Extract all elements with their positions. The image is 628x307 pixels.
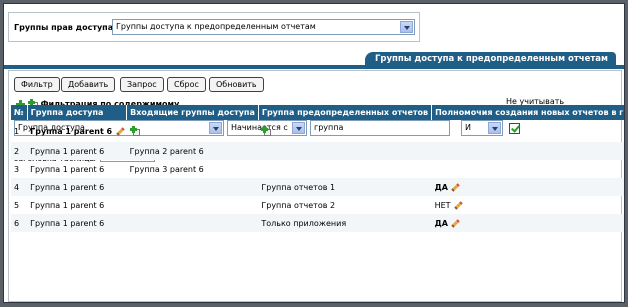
incoming-groups-cell [126, 214, 259, 232]
permission-value: ДА [434, 218, 448, 228]
report-group-cell: Группа отчетов 1 [258, 178, 432, 196]
tab-underline [4, 65, 624, 69]
access-group-cell: Группа 1 parent 6 [27, 214, 127, 232]
report-group-cell [258, 142, 432, 160]
table-row: 3 Группа 1 parent 6 Группа 3 parent 6 [11, 160, 624, 178]
col-number[interactable]: № [11, 105, 28, 120]
table-row: 5 Группа 1 parent 6 Группа отчетов 2 НЕТ [11, 196, 624, 214]
col-report-group[interactable]: Группа предопределенных отчетов [258, 105, 433, 120]
access-group-cell: Группа 1 parent 6 [27, 120, 127, 142]
table-row: 1 Группа 1 parent 6 [11, 120, 624, 142]
refresh-button[interactable]: Обновить [209, 77, 264, 92]
incoming-groups-cell: Группа 2 parent 6 [126, 142, 259, 160]
access-group-cell: Группа 1 parent 6 [30, 200, 105, 210]
access-group-cell: Группа 1 parent 6 [30, 164, 105, 174]
permissions-cell: ДА [431, 214, 624, 232]
row-number: 5 [14, 200, 20, 210]
permissions-cell [432, 160, 624, 178]
access-groups-select[interactable]: Группы доступа к предопределенным отчета… [112, 19, 415, 35]
filter-button[interactable]: Фильтр [14, 77, 60, 92]
edit-icon[interactable] [450, 183, 459, 192]
row-number: 1 [14, 126, 20, 136]
report-group-cell: Группа отчетов 2 [261, 200, 336, 210]
access-groups-select-value: Группы доступа к предопределенным отчета… [116, 22, 316, 31]
permission-value: ДА [434, 182, 448, 192]
query-button[interactable]: Запрос [120, 77, 164, 92]
col-access-group[interactable]: Группа доступа [27, 105, 128, 120]
incoming-groups-cell [126, 178, 259, 196]
results-table: № Группа доступа Входящие группы доступа… [11, 105, 624, 232]
table-row: 6 Группа 1 parent 6 Только приложения ДА [11, 214, 624, 232]
table-row: 2 Группа 1 parent 6 Группа 2 parent 6 [11, 142, 624, 160]
access-groups-bar: Группы прав доступа: Группы доступа к пр… [8, 12, 420, 42]
access-group-cell: Группа 1 parent 6 [27, 142, 127, 160]
edit-icon[interactable] [453, 201, 462, 210]
row-number: 2 [11, 142, 28, 160]
incoming-groups-cell: Группа 3 parent 6 [129, 164, 204, 174]
table-row: 4 Группа 1 parent 6 Группа отчетов 1 ДА [11, 178, 624, 196]
access-groups-label: Группы прав доступа: [14, 23, 117, 32]
permissions-cell: ДА [431, 178, 624, 196]
row-number: 6 [11, 214, 28, 232]
edit-icon[interactable] [115, 127, 124, 136]
access-group-cell: Группа 1 parent 6 [27, 178, 127, 196]
table-header-row: № Группа доступа Входящие группы доступа… [11, 105, 624, 120]
col-incoming-groups[interactable]: Входящие группы доступа [126, 105, 259, 120]
report-group-cell [258, 160, 431, 178]
incoming-groups-cell [127, 120, 259, 142]
permission-value: НЕТ [434, 200, 451, 210]
report-group-cell: Только приложения [258, 214, 432, 232]
add-item-icon[interactable] [129, 126, 140, 136]
chevron-down-icon[interactable] [400, 21, 413, 33]
add-button[interactable]: Добавить [61, 77, 116, 92]
permissions-cell: НЕТ [432, 196, 624, 214]
edit-icon[interactable] [450, 219, 459, 228]
row-number: 4 [11, 178, 28, 196]
incoming-groups-cell [127, 196, 259, 214]
add-item-icon[interactable] [261, 126, 272, 136]
permissions-cell [431, 142, 624, 160]
access-group-value[interactable]: Группа 1 parent 6 [30, 127, 112, 136]
col-permissions[interactable]: Полномочия создания новых отчетов в груп… [431, 105, 624, 120]
permissions-cell [432, 120, 624, 142]
row-number: 3 [14, 164, 20, 174]
report-group-cell [258, 120, 431, 142]
tab-report-access-groups[interactable]: Группы доступа к предопределенным отчета… [364, 52, 616, 66]
reset-button[interactable]: Сброс [167, 77, 206, 92]
app-frame: Группы прав доступа: Группы доступа к пр… [3, 3, 625, 303]
